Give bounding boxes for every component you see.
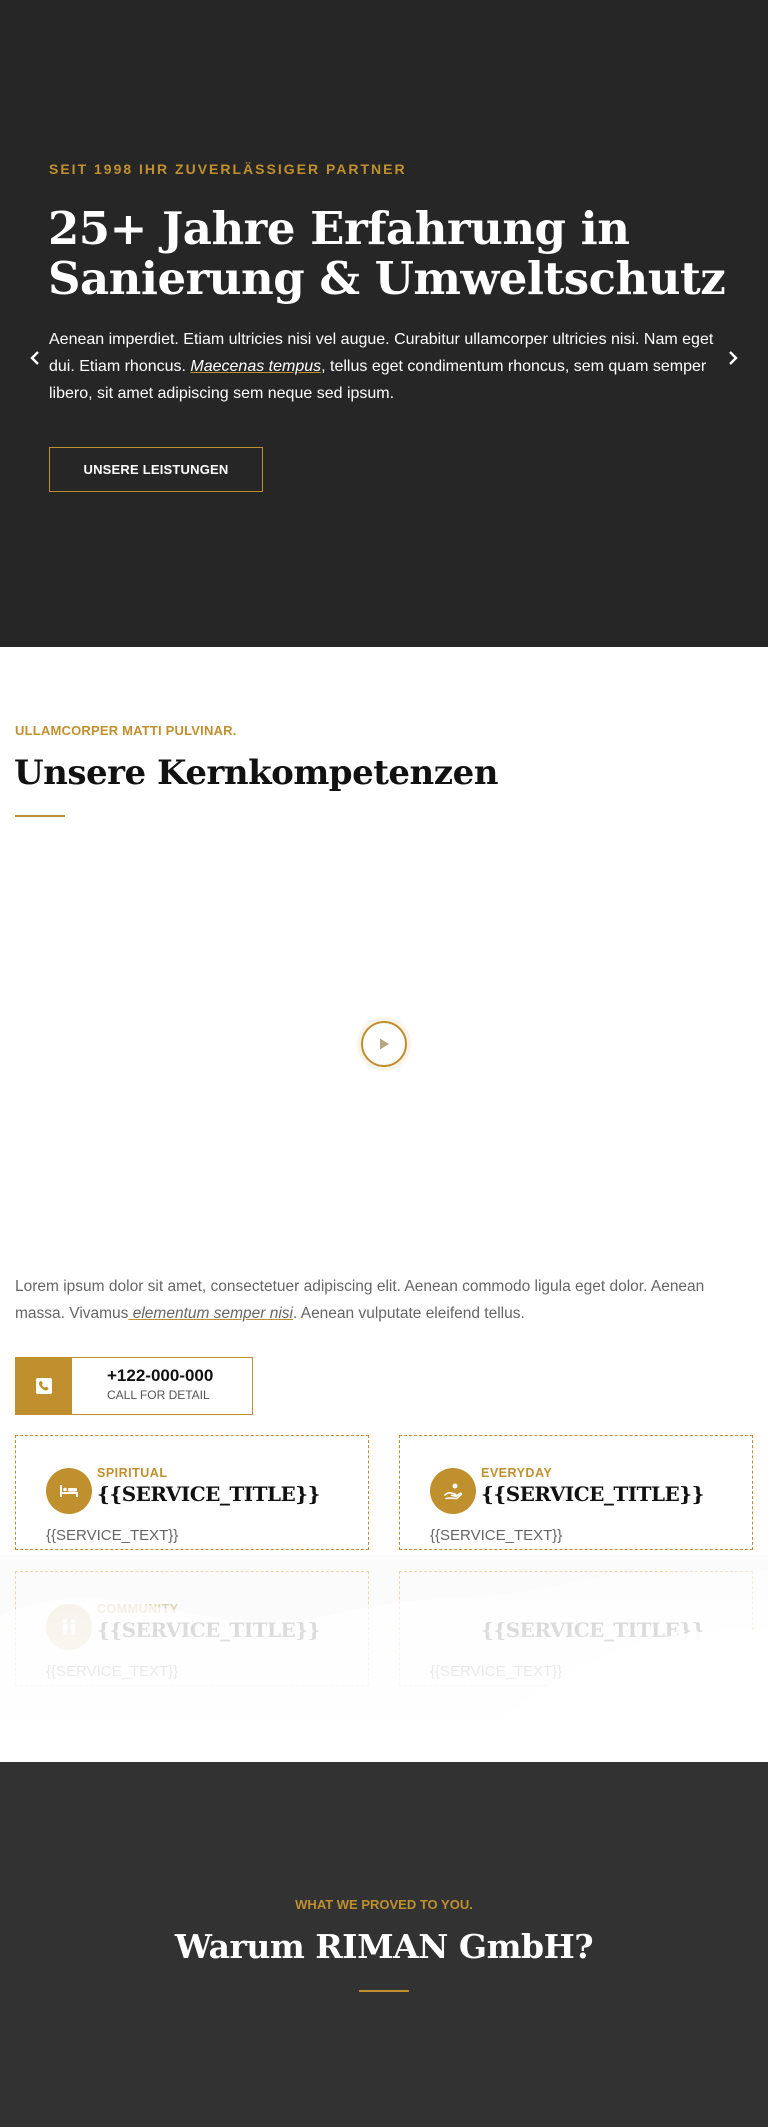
service-title: {{SERVICE_TITLE}} bbox=[481, 1482, 705, 1506]
chevron-right-icon bbox=[729, 351, 738, 365]
kern-eyebrow: ULLAMCORPER MATTI PULVINAR. bbox=[15, 723, 237, 738]
kern-title: Unsere Kernkompetenzen bbox=[14, 753, 498, 793]
service-text: {{SERVICE_TEXT}} bbox=[46, 1663, 179, 1680]
phone-texts: +122-000-000 CALL FOR DETAIL bbox=[72, 1358, 213, 1414]
phone-contact-box[interactable]: +122-000-000 CALL FOR DETAIL bbox=[15, 1357, 253, 1415]
hero-eyebrow: SEIT 1998 IHR ZUVERLÄSSIGER PARTNER bbox=[49, 161, 407, 177]
service-card[interactable]: SPIRITUAL {{SERVICE_TITLE}} {{SERVICE_TE… bbox=[15, 1435, 369, 1550]
service-card[interactable]: COMMUNITY {{SERVICE_TITLE}} {{SERVICE_TE… bbox=[15, 1571, 369, 1686]
video-play-button[interactable] bbox=[361, 1021, 407, 1067]
service-icon-circle bbox=[46, 1604, 92, 1650]
kern-text-part: . Aenean vulputate eleifend tellus. bbox=[292, 1305, 525, 1322]
kern-text: Lorem ipsum dolor sit amet, consectetuer… bbox=[15, 1273, 755, 1327]
why-section: WHAT WE PROVED TO YOU. Warum RIMAN GmbH? bbox=[0, 1762, 768, 2127]
hero-title: 25+ Jahre Erfahrung in Sanierung & Umwel… bbox=[48, 202, 726, 305]
slider-prev-button[interactable] bbox=[27, 350, 43, 366]
service-text: {{SERVICE_TEXT}} bbox=[46, 1527, 179, 1544]
people-icon bbox=[62, 1618, 76, 1635]
phone-subtitle: CALL FOR DETAIL bbox=[107, 1388, 210, 1402]
play-icon bbox=[380, 1038, 389, 1050]
kern-title-underline bbox=[15, 815, 65, 817]
phone-icon-box bbox=[16, 1358, 72, 1414]
hero-text-link[interactable]: Maecenas tempus bbox=[190, 358, 321, 375]
hero-text: Aenean imperdiet. Etiam ultricies nisi v… bbox=[49, 326, 719, 407]
why-eyebrow: WHAT WE PROVED TO YOU. bbox=[295, 1897, 473, 1912]
service-title: {{SERVICE_TITLE}} bbox=[481, 1618, 705, 1642]
chevron-left-icon bbox=[30, 351, 39, 365]
phone-icon bbox=[36, 1378, 52, 1394]
service-text: {{SERVICE_TEXT}} bbox=[430, 1527, 563, 1544]
slider-next-button[interactable] bbox=[725, 350, 741, 366]
service-text: {{SERVICE_TEXT}} bbox=[430, 1663, 563, 1680]
kern-text-link[interactable]: elementum semper nisi bbox=[128, 1305, 293, 1322]
hero-slider: SEIT 1998 IHR ZUVERLÄSSIGER PARTNER 25+ … bbox=[0, 0, 768, 647]
service-card[interactable]: {{SERVICE_TITLE}} {{SERVICE_TEXT}} bbox=[399, 1571, 753, 1686]
page: SEIT 1998 IHR ZUVERLÄSSIGER PARTNER 25+ … bbox=[0, 0, 768, 2127]
service-icon-circle bbox=[430, 1468, 476, 1514]
service-title: {{SERVICE_TITLE}} bbox=[97, 1482, 321, 1506]
service-category: EVERYDAY bbox=[481, 1466, 553, 1480]
service-category: SPIRITUAL bbox=[97, 1466, 168, 1480]
service-icon-circle bbox=[46, 1468, 92, 1514]
service-category: COMMUNITY bbox=[97, 1602, 179, 1616]
why-title: Warum RIMAN GmbH? bbox=[174, 1927, 594, 1966]
service-card[interactable]: EVERYDAY {{SERVICE_TITLE}} {{SERVICE_TEX… bbox=[399, 1435, 753, 1550]
bed-icon bbox=[60, 1485, 78, 1497]
hand-icon bbox=[444, 1483, 463, 1500]
why-title-underline bbox=[359, 1990, 409, 1992]
phone-number: +122-000-000 bbox=[107, 1366, 214, 1385]
service-title: {{SERVICE_TITLE}} bbox=[97, 1618, 321, 1642]
unsere-leistungen-button[interactable]: UNSERE LEISTUNGEN bbox=[49, 447, 263, 492]
